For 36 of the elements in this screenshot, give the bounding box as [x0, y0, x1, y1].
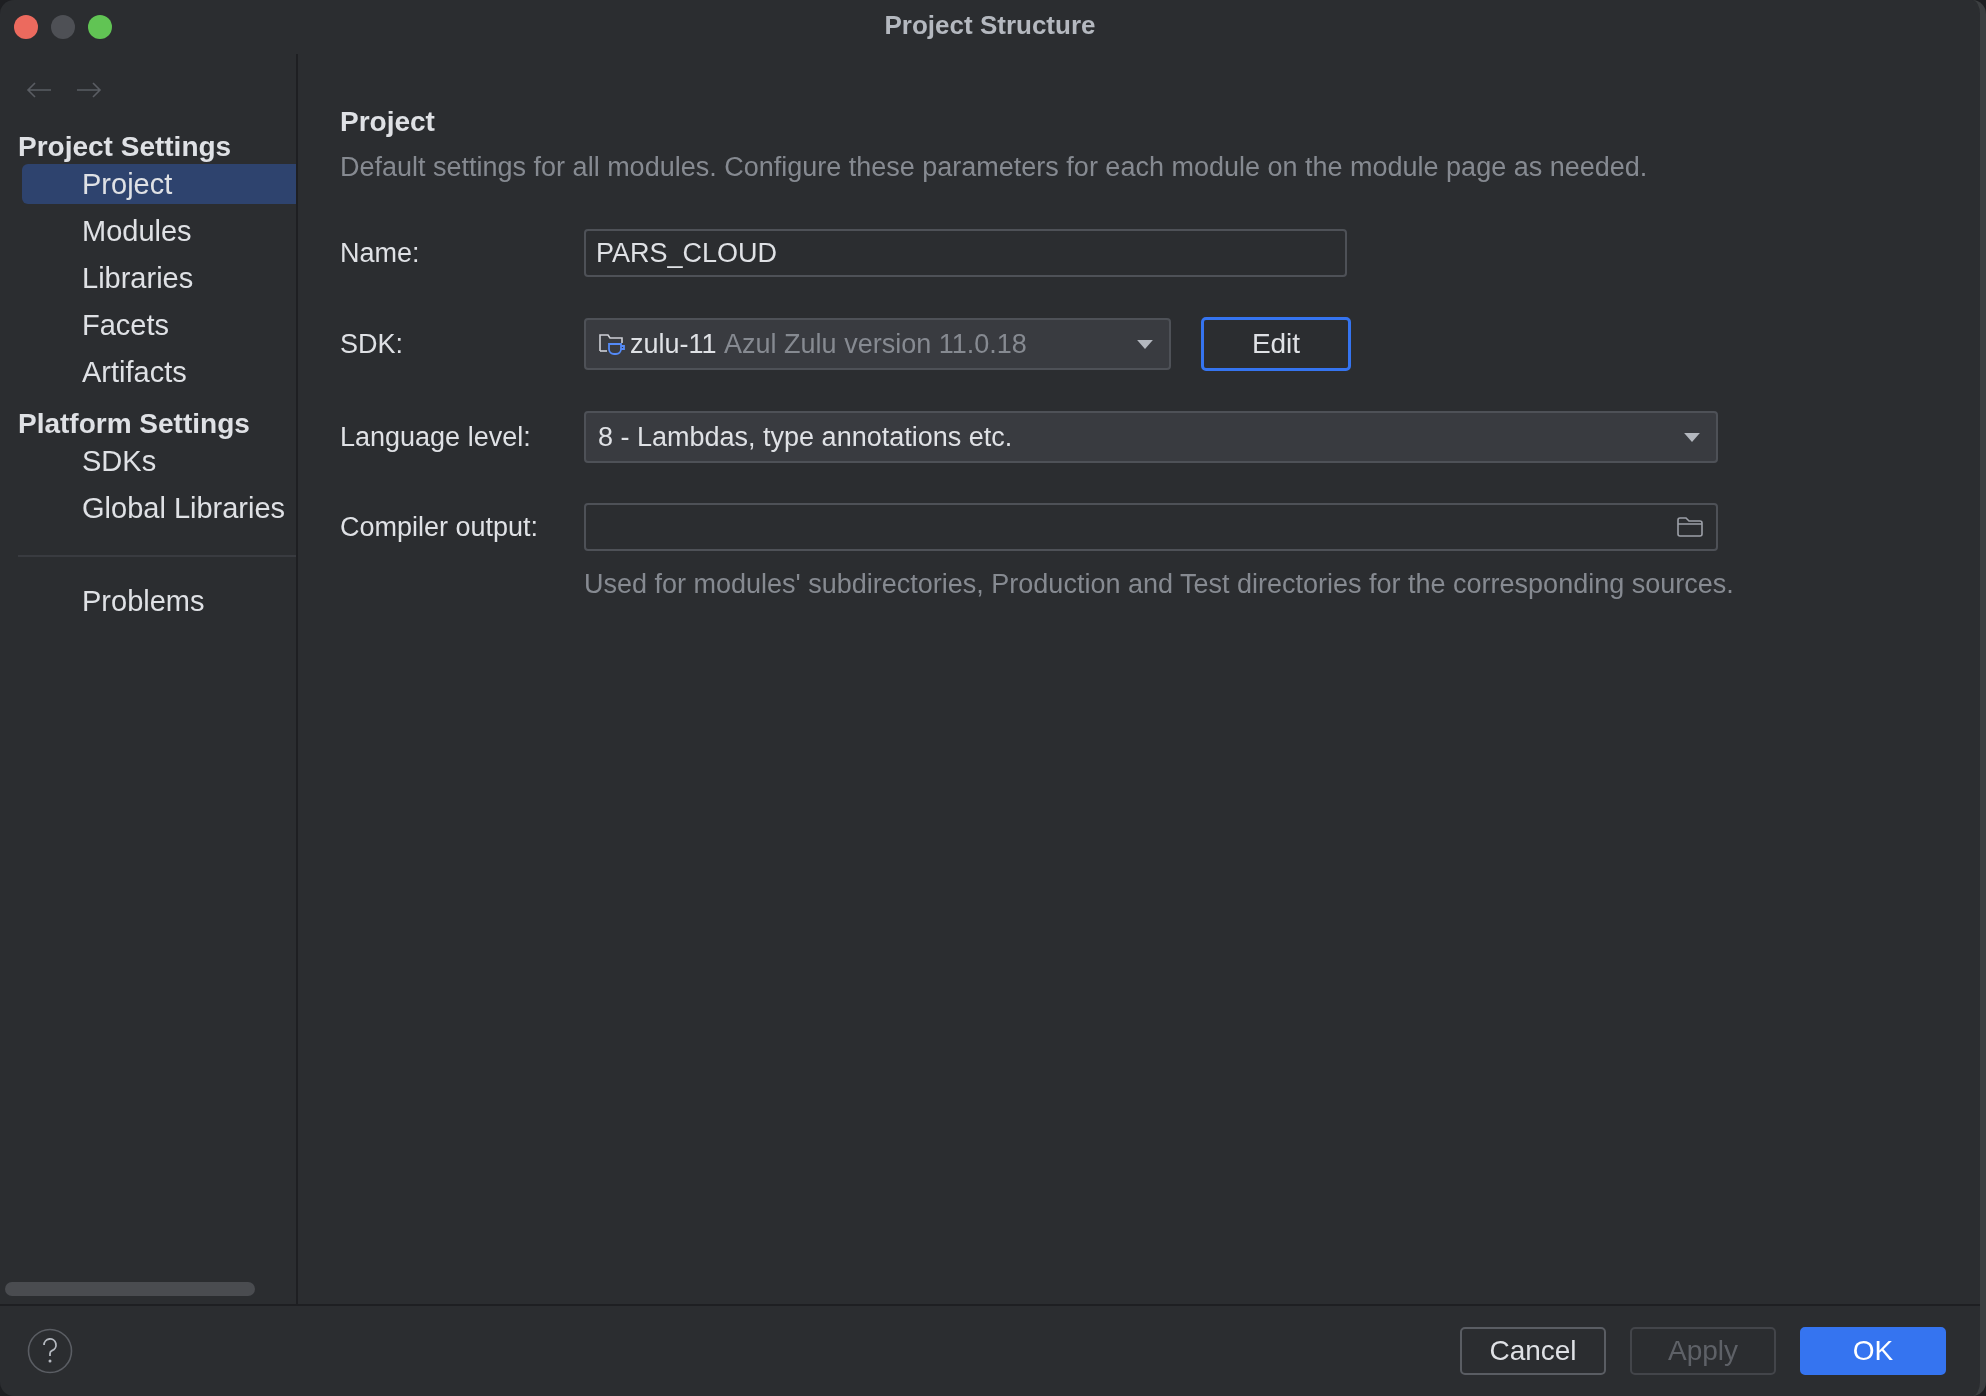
- sidebar-item[interactable]: Global Libraries: [22, 488, 296, 528]
- sidebar-item[interactable]: SDKs: [22, 441, 296, 481]
- close-button[interactable]: [14, 15, 38, 39]
- dialog-button[interactable]: Cancel: [1460, 1327, 1606, 1375]
- caret-icon: [1684, 432, 1700, 442]
- sidebar-item[interactable]: Project: [22, 164, 296, 204]
- field-label: Language level:: [340, 421, 532, 453]
- forward-arrow-icon[interactable]: [76, 82, 102, 98]
- window-title: Project Structure: [884, 9, 1096, 41]
- zoom-button[interactable]: [88, 15, 112, 39]
- field-label: SDK:: [340, 328, 405, 360]
- compiler-output-field[interactable]: [584, 503, 1718, 551]
- dialog-button[interactable]: OK: [1800, 1327, 1946, 1375]
- sidebar-item[interactable]: Libraries: [22, 258, 296, 298]
- name-field[interactable]: PARS_CLOUD: [584, 229, 1347, 277]
- scrollbar[interactable]: [5, 1282, 255, 1296]
- field-label: Name:: [340, 237, 421, 269]
- page-heading: Project: [340, 106, 436, 138]
- hint-text: Used for modules' subdirectories, Production and Test directories for the corresponding sources.: [584, 569, 1735, 600]
- caret-icon: [1137, 339, 1153, 349]
- help-icon[interactable]: [27, 1328, 73, 1374]
- minimize-button[interactable]: [51, 15, 75, 39]
- sdk-dropdown[interactable]: zulu-11 Azul Zulu version 11.0.18: [584, 318, 1171, 370]
- back-arrow-icon[interactable]: [26, 82, 52, 98]
- section-heading: Project Settings: [17, 130, 233, 164]
- section-heading: Platform Settings: [17, 407, 251, 441]
- sidebar-item[interactable]: Modules: [22, 211, 296, 251]
- edit-button[interactable]: Edit: [1201, 317, 1351, 371]
- folder-cup-icon: [598, 332, 626, 356]
- sidebar-item[interactable]: Facets: [22, 305, 296, 345]
- description-text: Default settings for all modules. Configure these parameters for each module on the module page as needed.: [340, 152, 1649, 183]
- sidebar-item[interactable]: Problems: [22, 581, 296, 621]
- language-level-dropdown[interactable]: 8 - Lambdas, type annotations etc.: [584, 411, 1718, 463]
- folder-icon[interactable]: [1676, 516, 1704, 538]
- field-label: Compiler output:: [340, 511, 540, 543]
- sidebar-item[interactable]: Artifacts: [22, 352, 296, 392]
